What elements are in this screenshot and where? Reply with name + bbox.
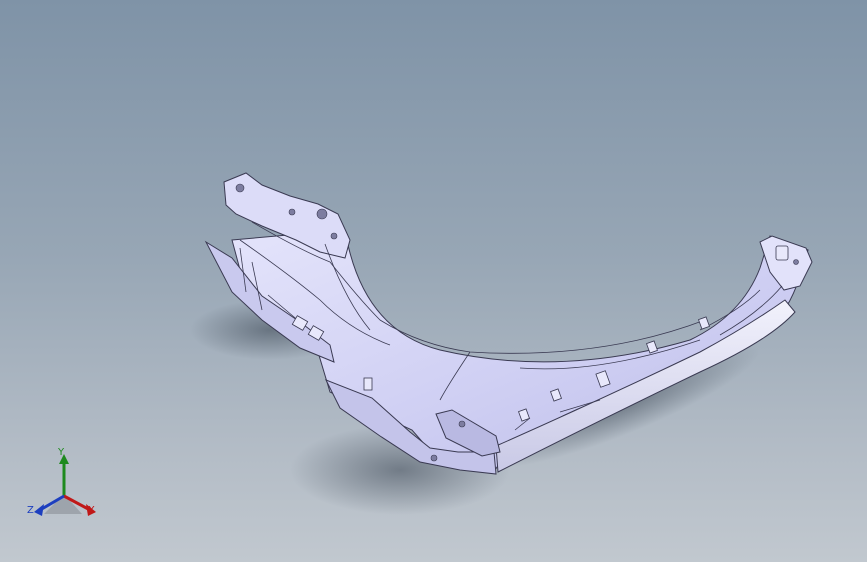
graphics-viewport[interactable]: Y X Z: [0, 0, 867, 562]
view-orientation-triad[interactable]: Y X Z: [24, 446, 108, 526]
x-axis-label: X: [88, 505, 95, 516]
y-axis-label: Y: [58, 447, 65, 458]
bumper-cover-model[interactable]: [0, 0, 867, 562]
triad-graphic: [34, 454, 96, 516]
z-axis-label: Z: [27, 505, 34, 516]
